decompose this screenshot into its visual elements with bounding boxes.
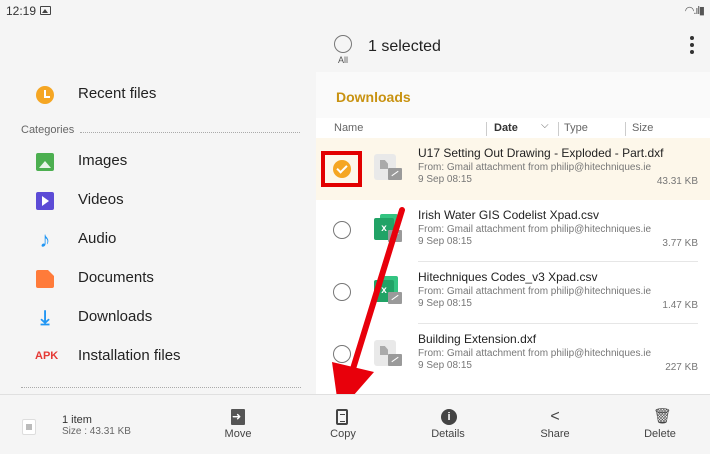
image-notification-icon bbox=[40, 6, 51, 15]
info-icon: i bbox=[441, 409, 457, 425]
status-bar: 12:19 ◠.ıl▮ bbox=[0, 0, 710, 22]
share-icon: < bbox=[550, 408, 560, 425]
signal-battery-icon: ◠.ıl▮ bbox=[684, 5, 705, 17]
selected-count: 1 item bbox=[62, 414, 92, 426]
video-icon bbox=[36, 192, 54, 210]
column-size[interactable]: Size bbox=[632, 122, 653, 134]
file-date: 9 Sep 08:15 bbox=[418, 360, 472, 371]
sidebar-item-label: Installation files bbox=[78, 347, 181, 364]
music-note-icon: ♪ bbox=[39, 227, 51, 252]
details-label: Details bbox=[431, 428, 465, 440]
delete-button[interactable]: 🗑 Delete bbox=[620, 409, 700, 449]
file-name: Building Extension.dxf bbox=[418, 332, 537, 346]
trash-icon: 🗑 bbox=[653, 408, 673, 425]
sidebar-item-label: Documents bbox=[78, 269, 154, 286]
sidebar-item-label: Videos bbox=[78, 191, 124, 208]
sidebar-item-images[interactable]: Images bbox=[0, 142, 316, 180]
move-label: Move bbox=[224, 428, 252, 440]
sidebar-item-documents[interactable]: Documents bbox=[0, 259, 316, 297]
column-headers: Name Date ⌵ Type Size bbox=[316, 118, 710, 140]
delete-label: Delete bbox=[644, 428, 676, 440]
move-button[interactable]: Move bbox=[198, 409, 278, 449]
generic-file-icon bbox=[374, 152, 402, 184]
chevron-down-icon[interactable]: ⌵ bbox=[541, 120, 549, 131]
divider bbox=[486, 122, 487, 136]
move-icon bbox=[231, 409, 245, 425]
sidebar-item-audio[interactable]: ♪ Audio bbox=[0, 220, 316, 258]
document-icon bbox=[36, 270, 54, 288]
file-date: 9 Sep 08:15 bbox=[418, 236, 472, 247]
sidebar-item-label: Images bbox=[78, 152, 128, 169]
file-source: From: Gmail attachment from philip@hitec… bbox=[418, 286, 652, 297]
details-button[interactable]: i Details bbox=[408, 409, 488, 449]
column-date[interactable]: Date bbox=[494, 122, 518, 134]
excel-icon: x bbox=[374, 214, 402, 246]
sidebar-item-installation-files[interactable]: APK Installation files bbox=[0, 337, 316, 375]
excel-icon: x bbox=[374, 276, 402, 308]
file-name: U17 Setting Out Drawing - Exploded - Par… bbox=[418, 146, 664, 160]
selection-bar: All 1 selected bbox=[316, 22, 710, 72]
apk-icon: APK bbox=[35, 350, 59, 362]
sidebar-item-videos[interactable]: Videos bbox=[0, 181, 316, 219]
download-icon: ⤓ bbox=[40, 307, 50, 329]
file-size: 1.47 KB bbox=[662, 300, 698, 311]
row-checkbox[interactable] bbox=[333, 221, 351, 239]
highlight-box bbox=[321, 151, 362, 187]
selection-count: 1 selected bbox=[368, 38, 441, 55]
copy-icon bbox=[336, 409, 348, 425]
folder-header: Downloads bbox=[316, 72, 710, 118]
divider bbox=[625, 122, 626, 136]
sidebar-item-downloads[interactable]: ⤓ Downloads bbox=[0, 298, 316, 336]
file-date: 9 Sep 08:15 bbox=[418, 174, 472, 185]
file-size: 3.77 KB bbox=[662, 238, 698, 249]
file-date: 9 Sep 08:15 bbox=[418, 298, 472, 309]
list-item[interactable]: x Hitechniques Codes_v3 Xpad.csv From: G… bbox=[316, 262, 710, 324]
copy-label: Copy bbox=[330, 428, 356, 440]
divider bbox=[21, 387, 301, 388]
clock-icon bbox=[36, 86, 54, 104]
file-name: Irish Water GIS Codelist Xpad.csv bbox=[418, 208, 599, 222]
share-button[interactable]: < Share bbox=[515, 409, 595, 449]
selected-size: Size : 43.31 KB bbox=[62, 426, 131, 437]
divider bbox=[80, 132, 300, 133]
generic-file-icon bbox=[374, 338, 402, 370]
sidebar-item-label: Recent files bbox=[78, 85, 157, 102]
select-all-checkbox[interactable] bbox=[334, 35, 352, 53]
row-checkbox[interactable] bbox=[333, 345, 351, 363]
image-icon bbox=[36, 153, 54, 171]
list-item[interactable]: U17 Setting Out Drawing - Exploded - Par… bbox=[316, 138, 710, 200]
status-time: 12:19 bbox=[6, 4, 37, 18]
file-list-panel: All 1 selected Downloads Name Date ⌵ Typ… bbox=[316, 22, 710, 394]
divider bbox=[558, 122, 559, 136]
sidebar: Recent files Categories Images Videos ♪ … bbox=[0, 22, 316, 394]
file-source: From: Gmail attachment from philip@hitec… bbox=[418, 348, 652, 359]
more-options-icon[interactable] bbox=[690, 36, 694, 57]
file-source: From: Gmail attachment from philip@hitec… bbox=[418, 224, 652, 235]
list-item[interactable]: x Irish Water GIS Codelist Xpad.csv From… bbox=[316, 200, 710, 262]
select-all-label: All bbox=[338, 55, 349, 65]
column-type[interactable]: Type bbox=[564, 122, 588, 134]
bottom-action-bar: 1 item Size : 43.31 KB Move Copy i Detai… bbox=[0, 394, 710, 454]
sidebar-item-label: Downloads bbox=[78, 308, 153, 325]
file-source: From: Gmail attachment from philip@hitec… bbox=[418, 162, 652, 173]
sidebar-item-label: Audio bbox=[78, 230, 117, 247]
copy-button[interactable]: Copy bbox=[303, 409, 383, 449]
share-label: Share bbox=[540, 428, 570, 440]
list-item[interactable]: Building Extension.dxf From: Gmail attac… bbox=[316, 324, 710, 386]
row-checkbox[interactable] bbox=[333, 283, 351, 301]
file-size: 227 KB bbox=[665, 362, 698, 373]
categories-heading: Categories bbox=[21, 124, 75, 136]
file-size: 43.31 KB bbox=[656, 176, 698, 187]
column-name[interactable]: Name bbox=[334, 122, 363, 134]
file-thumbnail-icon bbox=[22, 419, 36, 435]
folder-title: Downloads bbox=[336, 89, 411, 105]
file-name: Hitechniques Codes_v3 Xpad.csv bbox=[418, 270, 598, 284]
sidebar-item-recent-files[interactable]: Recent files bbox=[0, 75, 316, 113]
